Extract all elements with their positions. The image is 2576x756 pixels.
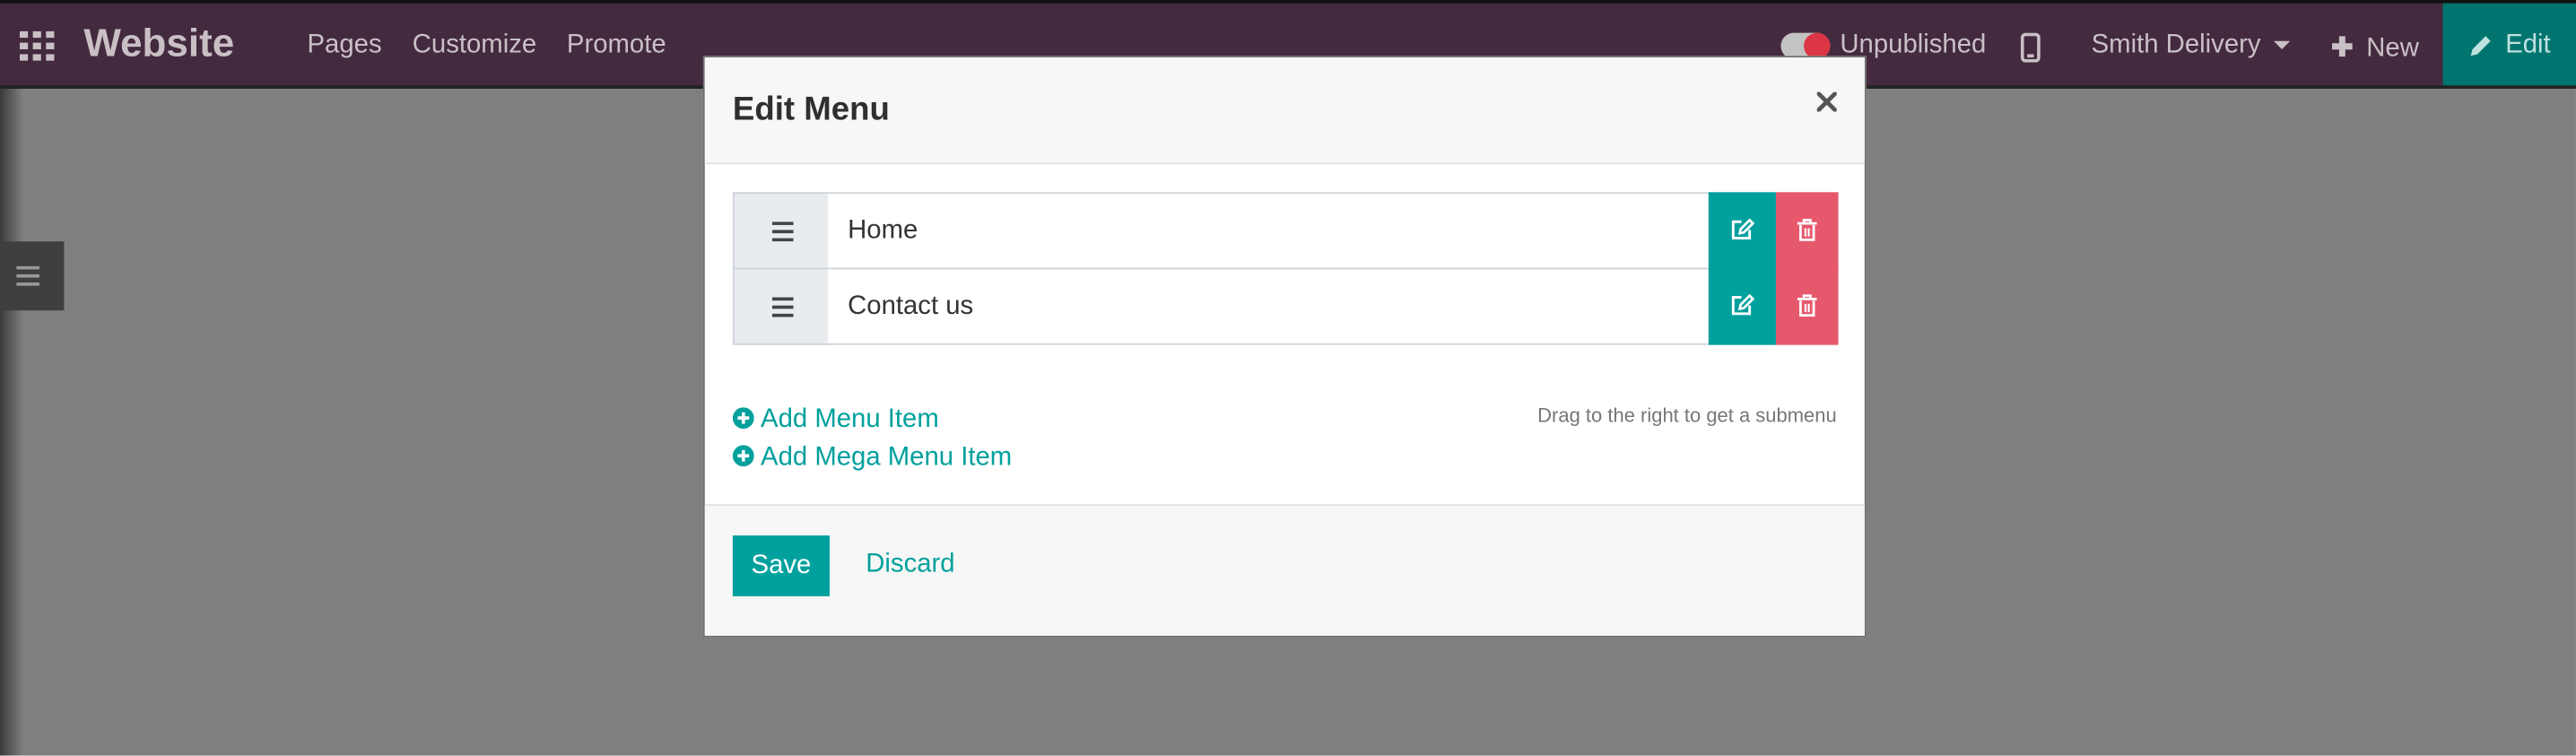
add-mega-menu-item-label: Add Mega Menu Item [761,443,1013,472]
menu-item-row: Contact us [732,267,1839,345]
hamburger-icon [16,265,39,286]
menu-item-label: Home [848,216,918,245]
website-switcher[interactable]: Smith Delivery [2092,31,2291,61]
stage: Website Pages Customize Promote Unpublis… [0,0,2576,756]
add-menu-item-label: Add Menu Item [761,405,939,434]
edit-icon [1731,293,1755,316]
caret-down-icon [2274,41,2291,50]
add-mega-menu-item-link[interactable]: Add Mega Menu Item [732,443,1013,474]
dialog-header: Edit Menu [704,57,1865,165]
edit-menu-item-button[interactable] [1708,192,1776,270]
edit-menu-item-button[interactable] [1708,267,1776,345]
edit-button[interactable]: Edit [2442,3,2576,86]
website-name: Smith Delivery [2091,30,2261,59]
new-label: New [2366,34,2419,63]
menu-promote[interactable]: Promote [567,31,666,61]
drag-handle[interactable] [732,192,830,270]
left-panel-shadow [0,88,23,756]
menu-item-label: Contact us [848,292,974,321]
app-brand: Website [83,21,235,66]
dialog-footer: Save Discard [704,504,1865,636]
edit-icon [1731,218,1755,240]
add-menu-item-link[interactable]: Add Menu Item [732,405,939,435]
menu-item-name-cell: Contact us [828,267,1710,345]
delete-menu-item-button[interactable] [1775,192,1839,270]
plus-icon: ✚ [2331,34,2354,63]
trash-icon [1797,294,1817,317]
drag-handle-icon [771,297,794,317]
mobile-icon[interactable] [2020,32,2041,63]
close-icon[interactable] [1816,91,1837,112]
apps-icon[interactable] [19,30,56,61]
plus-circle-icon [732,407,754,430]
menu-pages[interactable]: Pages [308,31,382,61]
dialog-title: Edit Menu [732,91,890,128]
save-button[interactable]: Save [732,535,830,596]
discard-button[interactable]: Discard [866,551,954,580]
menu-item-name-cell: Home [828,192,1710,270]
menu-customize[interactable]: Customize [413,31,536,61]
edit-menu-dialog: Edit Menu Home Contact us Add Menu Item … [702,56,1867,638]
menu-item-row: Home [732,192,1839,270]
sidebar-toggle-button[interactable] [0,241,65,311]
new-button[interactable]: ✚ New [2331,31,2419,65]
trash-icon [1797,219,1817,241]
drag-handle-icon [771,222,794,242]
edit-label: Edit [2505,30,2551,59]
plus-circle-icon [732,445,754,467]
pencil-icon [2470,36,2491,56]
delete-menu-item-button[interactable] [1775,267,1839,345]
drag-handle[interactable] [732,267,830,345]
submenu-hint: Drag to the right to get a submenu [1537,404,1837,428]
